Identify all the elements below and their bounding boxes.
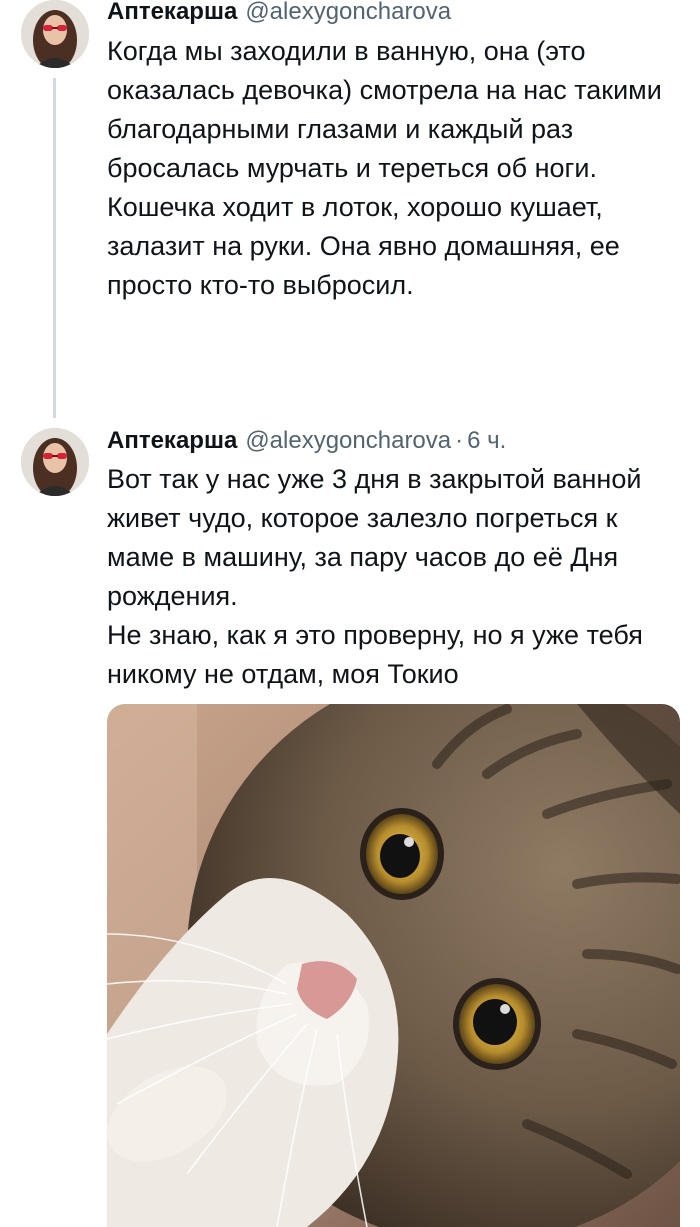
- kitten-photo: [107, 704, 680, 1227]
- thread-connector-line: [53, 78, 56, 418]
- author-avatar[interactable]: [21, 428, 89, 496]
- avatar-image: [21, 0, 89, 68]
- tweet-paragraph: Когда мы заходили в ванную, она (это ока…: [107, 36, 662, 300]
- tweet-text: Вот так у нас уже 3 дня в закрытой ванно…: [107, 460, 687, 694]
- tweet-timestamp[interactable]: 6 ч.: [467, 427, 506, 454]
- author-handle[interactable]: @alexygoncharova: [245, 0, 451, 25]
- separator-dot: ·: [455, 427, 464, 454]
- author-name[interactable]: Аптекарша: [107, 0, 237, 25]
- tweet-header: Аптекарша @alexygoncharova · 6 ч.: [107, 426, 506, 456]
- avatar-image: [21, 428, 89, 496]
- tweet-header: Аптекарша @alexygoncharova: [107, 0, 451, 27]
- tweet-text: Когда мы заходили в ванную, она (это ока…: [107, 32, 687, 305]
- tweet-media-photo[interactable]: [107, 704, 680, 1227]
- tweet-paragraph: Вот так у нас уже 3 дня в закрытой ванно…: [107, 464, 642, 611]
- tweet-paragraph: Не знаю, как я это проверну, но я уже те…: [107, 620, 643, 689]
- author-avatar[interactable]: [21, 0, 89, 68]
- author-handle[interactable]: @alexygoncharova: [245, 427, 451, 454]
- author-name[interactable]: Аптекарша: [107, 427, 237, 454]
